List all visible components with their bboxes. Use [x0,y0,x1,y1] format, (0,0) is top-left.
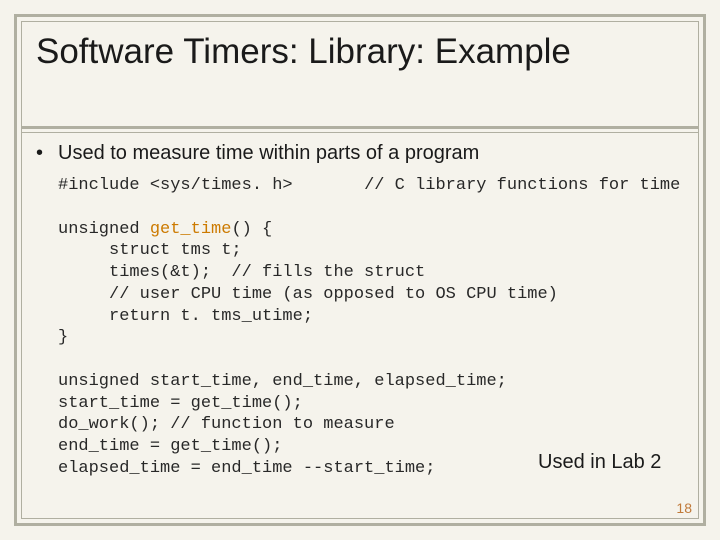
slide-body: • Used to measure time within parts of a… [36,142,684,480]
slide-title: Software Timers: Library: Example [36,32,684,72]
rule-thin [22,132,698,133]
slide: Software Timers: Library: Example • Used… [0,0,720,540]
code-line-9: start_time = get_time(); [58,394,303,413]
code-line-5: // user CPU time (as opposed to OS CPU t… [58,285,558,304]
code-line-6: return t. tms_utime; [58,307,313,326]
lab-note: Used in Lab 2 [538,450,668,474]
code-line-11: end_time = get_time(); [58,437,282,456]
code-fn-name: get_time [150,220,232,239]
code-line-2a: unsigned [58,220,150,239]
code-line-8: unsigned start_time, end_time, elapsed_t… [58,372,507,391]
code-block: #include <sys/times. h> // C library fun… [58,175,684,480]
code-line-1a: #include <sys/times. h> [58,176,293,195]
page-number: 18 [676,500,692,516]
title-rule [22,126,698,133]
outer-frame: Software Timers: Library: Example • Used… [14,14,706,526]
code-line-3: struct tms t; [58,241,242,260]
code-line-7: } [58,328,68,347]
code-line-2b: () { [231,220,272,239]
code-line-4: times(&t); // fills the struct [58,263,425,282]
code-line-1b: // C library functions for time [364,176,680,195]
inner-frame: Software Timers: Library: Example • Used… [21,21,699,519]
code-line-12: elapsed_time = end_time --start_time; [58,459,435,478]
bullet-item: • Used to measure time within parts of a… [36,142,684,165]
bullet-text: Used to measure time within parts of a p… [58,142,479,165]
code-line-10: do_work(); // function to measure [58,415,395,434]
rule-thick [22,126,698,129]
bullet-dot: • [36,142,58,165]
